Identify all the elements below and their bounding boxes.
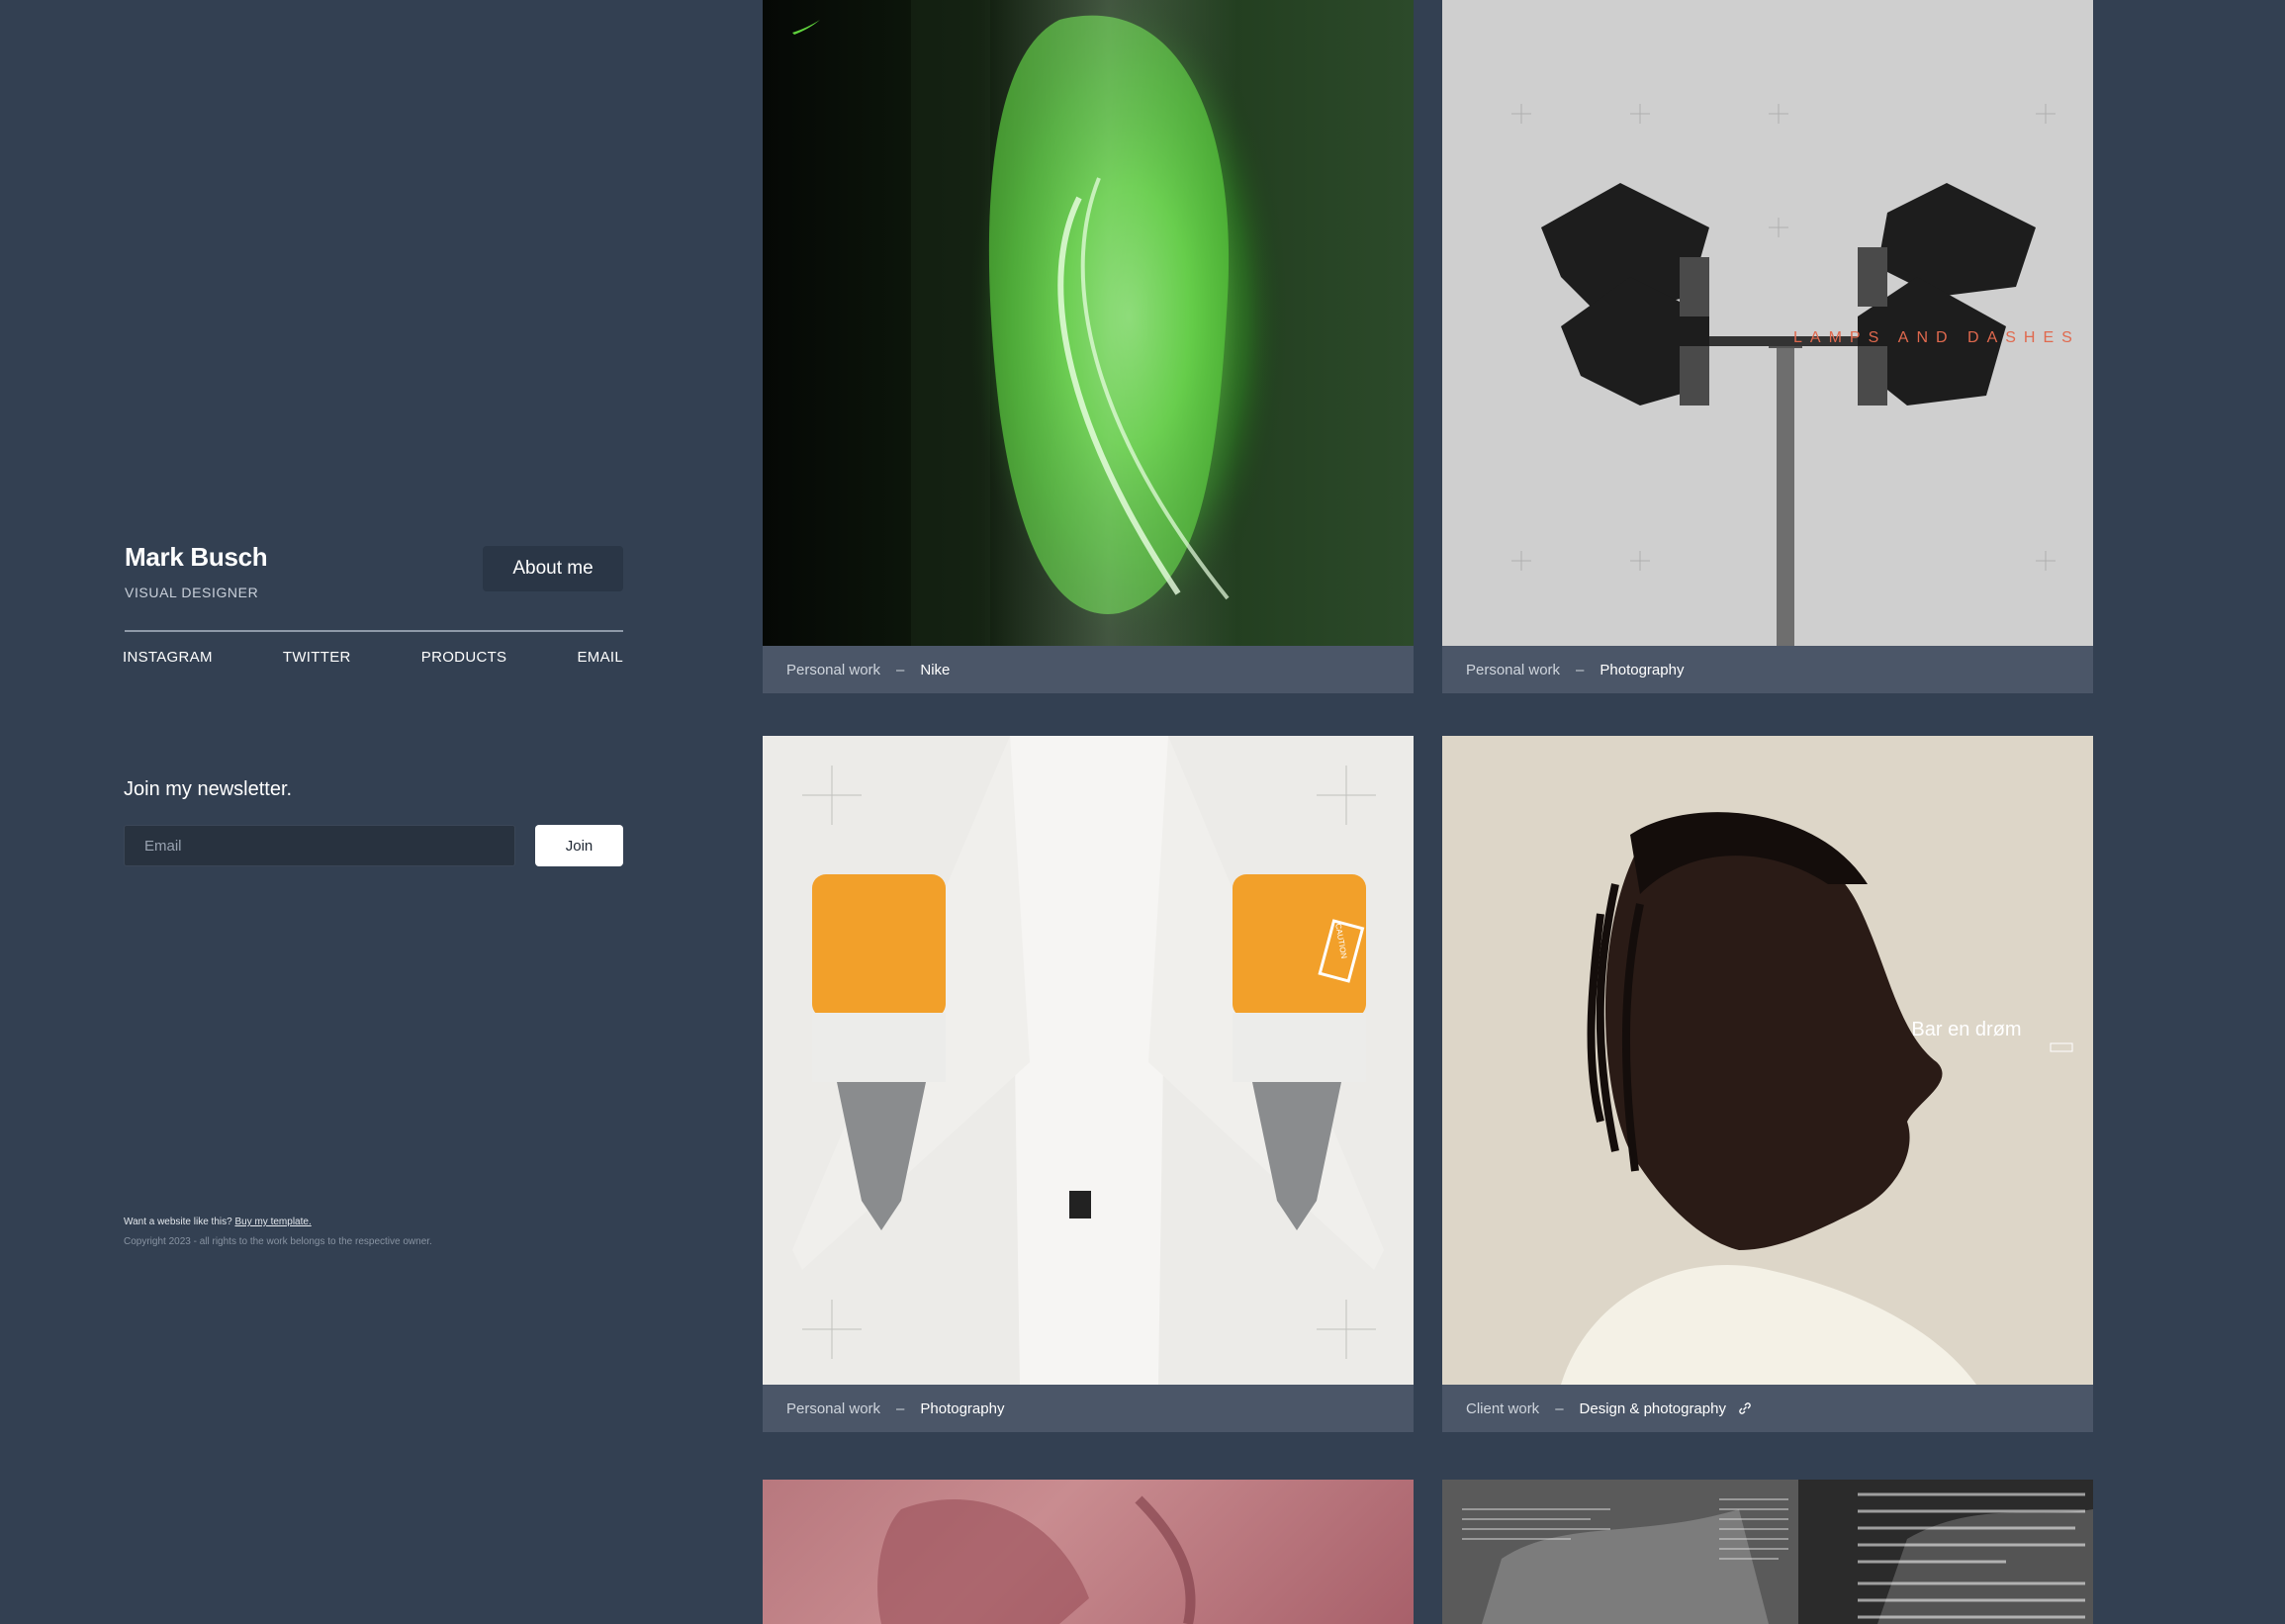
portfolio-card-book[interactable] [1442, 1480, 2093, 1624]
nike-shoe-illustration [792, 0, 1287, 646]
portfolio-card-lamps[interactable]: LAMPS AND DASHES Personal work – Photogr… [1442, 0, 2093, 693]
instagram-link[interactable]: INSTAGRAM [123, 649, 213, 666]
footer-prompt: Want a website like this? [124, 1217, 232, 1227]
divider [125, 630, 623, 632]
external-link-icon[interactable] [1738, 1401, 1752, 1415]
profile-header: Mark Busch VISUAL DESIGNER About me [125, 542, 623, 600]
portfolio-card-plane[interactable]: CAUTION Personal work – Photography [763, 736, 1414, 1432]
card-title: Design & photography [1579, 1399, 1726, 1417]
caption-separator: – [896, 1399, 905, 1417]
about-me-button[interactable]: About me [483, 546, 623, 591]
project-image-lamps[interactable]: LAMPS AND DASHES [1442, 0, 2093, 646]
project-image-portrait[interactable]: Bar en drøm [1442, 736, 2093, 1385]
card-caption: Personal work – Photography [763, 1385, 1414, 1432]
caption-separator: – [1555, 1399, 1564, 1417]
card-title: Photography [920, 1399, 1005, 1417]
portfolio-card-pink[interactable] [763, 1480, 1414, 1624]
twitter-link[interactable]: TWITTER [283, 649, 351, 666]
card-title: Nike [920, 661, 951, 678]
portfolio-card-nike[interactable]: Personal work – Nike [763, 0, 1414, 693]
nike-swoosh-icon [792, 20, 820, 35]
card-caption: Personal work – Nike [763, 646, 1414, 693]
newsletter-email-input[interactable] [124, 825, 515, 866]
card-caption: Personal work – Photography [1442, 646, 2093, 693]
card-category: Personal work [786, 661, 881, 678]
portrait-overlay-text: Bar en drøm [1911, 1019, 2021, 1040]
caption-separator: – [1576, 661, 1585, 678]
newsletter-title: Join my newsletter. [124, 778, 293, 800]
fabric-illustration [877, 1495, 1196, 1624]
project-image-nike[interactable] [763, 0, 1414, 646]
book-spread-illustration [1442, 1480, 2093, 1624]
footer-template-note: Want a website like this? Buy my templat… [124, 1217, 312, 1227]
buy-template-link[interactable]: Buy my template. [234, 1217, 311, 1227]
portrait-illustration: Bar en drøm [1561, 812, 2073, 1385]
lamps-overlay-text: LAMPS AND DASHES [1793, 329, 2080, 346]
portfolio-card-portrait[interactable]: Bar en drøm Client work – Design & photo… [1442, 736, 2093, 1432]
card-category: Client work [1466, 1399, 1540, 1417]
card-category: Personal work [786, 1399, 881, 1417]
project-image-pink[interactable] [763, 1480, 1414, 1624]
products-link[interactable]: PRODUCTS [421, 649, 507, 666]
caption-separator: – [896, 661, 905, 678]
project-image-plane[interactable]: CAUTION [763, 736, 1414, 1385]
project-image-book[interactable] [1442, 1480, 2093, 1624]
footer-copyright: Copyright 2023 - all rights to the work … [124, 1236, 432, 1247]
card-title: Photography [1600, 661, 1685, 678]
email-link[interactable]: EMAIL [577, 649, 623, 666]
card-caption: Client work – Design & photography [1442, 1385, 2093, 1432]
lamp-post-illustration: LAMPS AND DASHES [1511, 104, 2080, 646]
airplane-illustration: CAUTION [792, 736, 1384, 1385]
newsletter-join-button[interactable]: Join [535, 825, 623, 866]
social-links: INSTAGRAM TWITTER PRODUCTS EMAIL [123, 649, 623, 666]
card-category: Personal work [1466, 661, 1561, 678]
